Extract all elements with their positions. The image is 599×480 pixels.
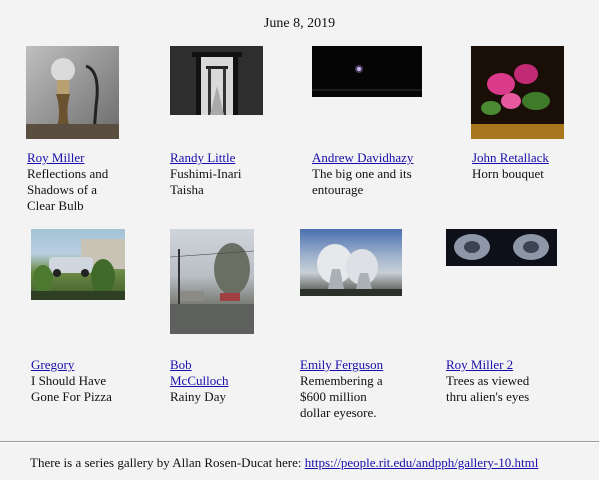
caption-john-retallack: John Retallack Horn bouquet xyxy=(472,150,549,182)
footer: There is a series gallery by Allan Rosen… xyxy=(30,455,538,471)
flower-bouquet-photo[interactable] xyxy=(471,46,564,139)
series-gallery-link[interactable]: https://people.rit.edu/andpph/gallery-10… xyxy=(305,455,539,470)
photo-title: The big one and its xyxy=(312,166,412,181)
photo-title: Horn bouquet xyxy=(472,166,544,181)
author-link-roy-miller-2[interactable]: Roy Miller 2 xyxy=(446,357,513,372)
lightbulb-photo[interactable] xyxy=(26,46,119,139)
alien-eyes-photo[interactable] xyxy=(446,229,557,266)
author-link-roy-miller[interactable]: Roy Miller xyxy=(27,150,84,165)
rainy-street-photo[interactable] xyxy=(170,229,254,334)
photo-title: entourage xyxy=(312,182,364,197)
photo-title: Reflections and xyxy=(27,166,109,181)
photo-title: I Should Have xyxy=(31,373,107,388)
divider xyxy=(0,441,599,443)
photo-title: Remembering a xyxy=(300,373,383,388)
photo-title: Gone For Pizza xyxy=(31,389,112,404)
garden-car-photo[interactable] xyxy=(31,229,125,300)
caption-randy-little: Randy Little Fushimi-Inari Taisha xyxy=(170,150,242,198)
photo-title: $600 million xyxy=(300,389,367,404)
author-link-bob-mcculloch[interactable]: Bob McCulloch xyxy=(170,357,229,388)
caption-gregory: Gregory I Should Have Gone For Pizza xyxy=(31,357,112,405)
caption-roy-miller: Roy Miller Reflections and Shadows of a … xyxy=(27,150,108,214)
photo-title: thru alien's eyes xyxy=(446,389,530,404)
author-link-emily-ferguson[interactable]: Emily Ferguson xyxy=(300,357,383,372)
caption-andrew-davidhazy: Andrew Davidhazy The big one and its ent… xyxy=(312,150,413,198)
caption-roy-miller-2: Roy Miller 2 Trees as viewed thru alien'… xyxy=(446,357,529,405)
photo-title: Rainy Day xyxy=(170,389,226,404)
author-link-randy-little[interactable]: Randy Little xyxy=(170,150,235,165)
photo-title: Clear Bulb xyxy=(27,198,84,213)
caption-emily-ferguson: Emily Ferguson Remembering a $600 millio… xyxy=(300,357,383,421)
author-link-andrew-davidhazy[interactable]: Andrew Davidhazy xyxy=(312,150,413,165)
photo-title: Trees as viewed xyxy=(446,373,530,388)
photo-title: Taisha xyxy=(170,182,204,197)
page-date: June 8, 2019 xyxy=(263,16,336,31)
cooling-towers-photo[interactable] xyxy=(300,229,402,296)
author-name-line: McCulloch xyxy=(170,373,229,388)
author-link-gregory[interactable]: Gregory xyxy=(31,357,74,372)
author-name-line: Bob xyxy=(170,357,192,372)
footer-text: There is a series gallery by Allan Rosen… xyxy=(30,455,305,470)
photo-title: dollar eyesore. xyxy=(300,405,377,420)
photo-title: Shadows of a xyxy=(27,182,98,197)
author-link-john-retallack[interactable]: John Retallack xyxy=(472,150,549,165)
photo-title: Fushimi-Inari xyxy=(170,166,242,181)
torii-gates-photo[interactable] xyxy=(170,46,263,115)
night-sky-photo[interactable] xyxy=(312,46,422,97)
caption-bob-mcculloch: Bob McCulloch Rainy Day xyxy=(170,357,229,405)
